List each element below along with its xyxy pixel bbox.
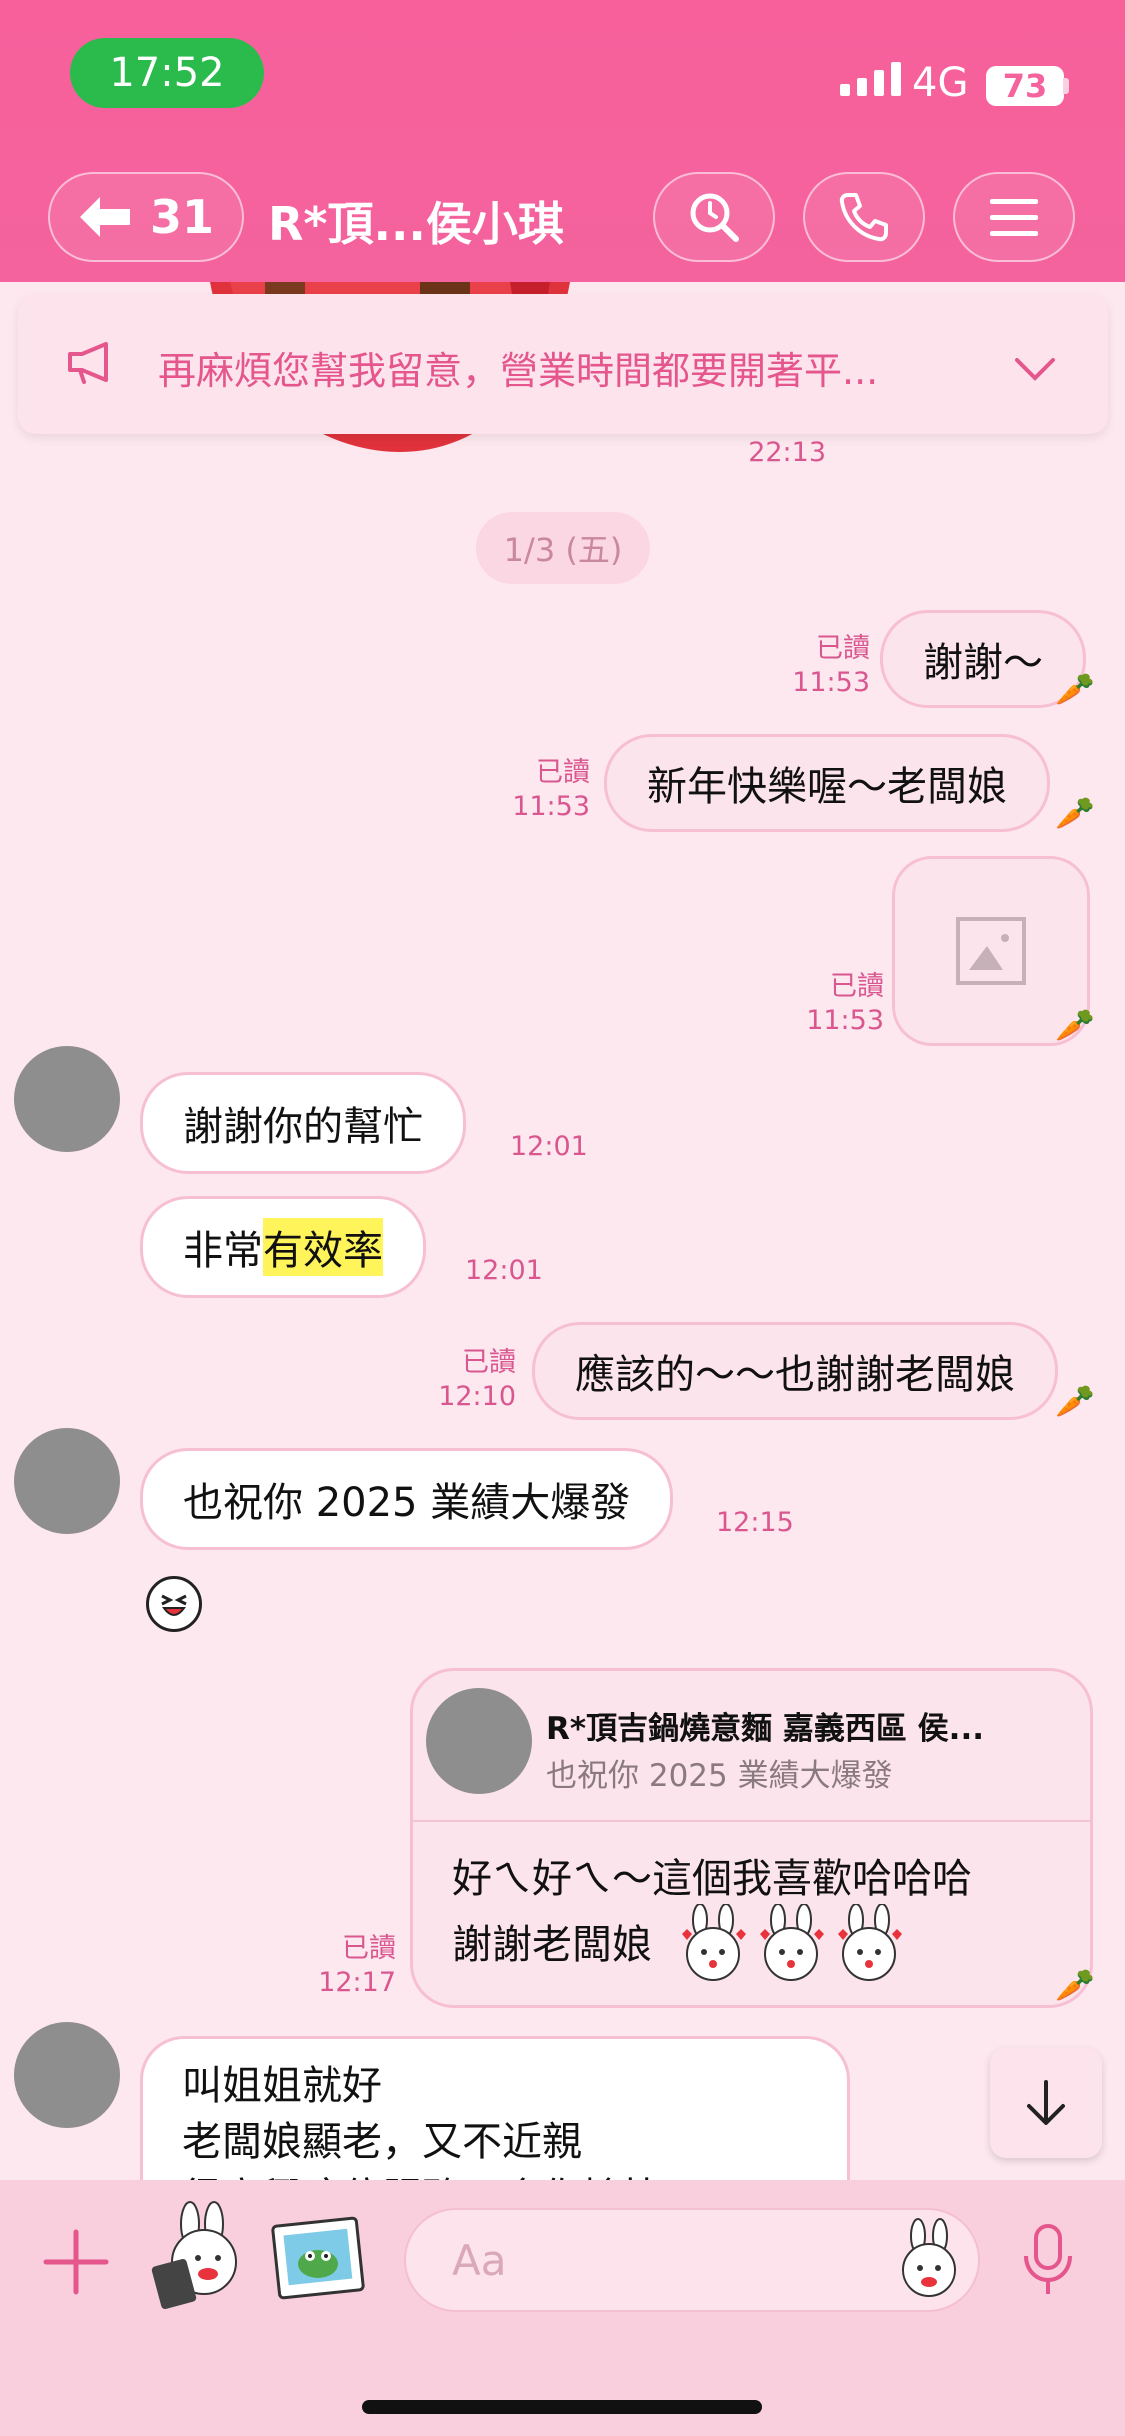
emoji-bunny-icon[interactable] [894,2218,964,2300]
read-receipt: 已讀 11:53 [512,757,590,822]
megaphone-icon [68,342,108,384]
message-time: 12:01 [465,1255,543,1286]
signal-icon [840,62,901,96]
avatar[interactable] [14,2022,120,2128]
battery-icon: 73 [986,66,1064,106]
menu-icon [990,199,1038,236]
call-button[interactable] [803,172,925,262]
sticker-bunny-icon[interactable] [148,2200,248,2310]
message-text: 非常 [183,1228,263,1274]
reply-text-line: 謝謝老闆娘 [452,1922,652,1968]
date-separator: 1/3 (五) [476,512,650,584]
menu-button[interactable] [953,172,1075,262]
message-text-line: 叫姐姐就好 [182,2063,382,2109]
microphone-icon[interactable] [1018,2222,1078,2298]
read-receipt: 已讀 11:53 [806,971,884,1036]
chevron-down-icon[interactable] [1014,356,1056,382]
carrot-icon: 🥕 [1055,1966,1095,2004]
back-arrow-icon [79,197,130,237]
avatar[interactable] [14,1046,120,1152]
laugh-face-icon [161,1594,187,1616]
phone-icon [839,193,888,242]
outgoing-message[interactable]: 新年快樂喔～老闆娘 [604,734,1050,832]
carrot-icon: 🥕 [1055,1382,1095,1420]
image-placeholder-icon [956,917,1026,985]
input-placeholder: Aa [452,2236,507,2285]
bunny-face-icon [838,1904,902,1981]
carrot-icon: 🥕 [1055,794,1095,832]
reaction-icon[interactable] [146,1576,202,1632]
network-label: 4G [912,60,969,106]
read-receipt: 已讀 11:53 [792,633,870,698]
arrow-down-icon [1027,2080,1065,2125]
back-button[interactable]: 31 [48,172,244,262]
unread-count: 31 [149,190,214,244]
status-time: 17:52 [70,38,264,108]
chat-title[interactable]: R*頂...侯小琪 [268,188,564,254]
outgoing-message[interactable]: 應該的～～也謝謝老闆娘 [532,1322,1058,1420]
home-indicator[interactable] [362,2400,762,2414]
reply-divider [413,1820,1090,1822]
reply-to-text: 也祝你 2025 業績大爆發 [546,1758,893,1794]
search-icon [690,193,739,242]
message-time: 12:15 [716,1507,794,1538]
highlighted-text: 有效率 [263,1218,383,1276]
announcement-text: 再麻煩您幫我留意，營業時間都要開著平... [158,349,879,393]
reply-to-name: R*頂吉鍋燒意麵 嘉義西區 侯... [546,1711,984,1747]
bunny-face-icon [682,1904,746,1981]
message-text-line: 老闆娘顯老，又不近親 [182,2119,582,2165]
battery-nub [1063,78,1069,94]
read-receipt: 已讀 12:10 [438,1347,516,1412]
bunny-face-icon [760,1904,824,1981]
incoming-message[interactable]: 謝謝你的幫忙 [140,1072,466,1174]
reply-text-line: 好ㄟ好ㄟ～這個我喜歡哈哈哈 [452,1856,972,1902]
avatar[interactable] [14,1428,120,1534]
message-time: 12:01 [510,1131,588,1162]
reply-avatar [426,1688,532,1794]
incoming-message[interactable]: 也祝你 2025 業績大爆發 [140,1448,674,1550]
incoming-message[interactable]: 非常 有效率 [140,1196,426,1298]
message-time: 22:13 [748,437,826,468]
carrot-icon: 🥕 [1055,1006,1095,1044]
scroll-to-bottom-button[interactable] [990,2048,1102,2158]
bunny-emoji-row [676,1904,906,1982]
carrot-icon: 🥕 [1055,670,1095,708]
search-button[interactable] [653,172,775,262]
plus-icon[interactable] [40,2226,112,2298]
read-receipt: 已讀 12:17 [318,1933,396,1998]
image-picker-icon[interactable] [270,2214,366,2302]
